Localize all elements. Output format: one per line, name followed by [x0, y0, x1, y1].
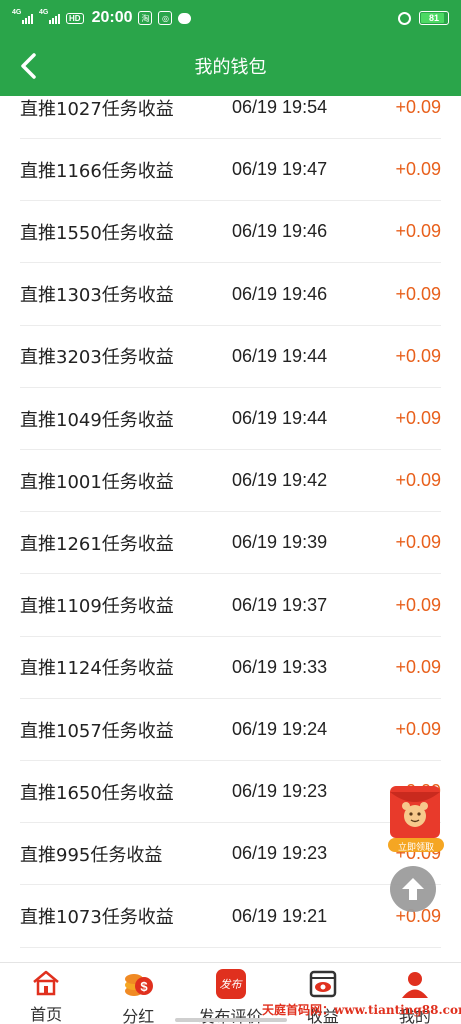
- record-title: 直推995任务收益: [20, 844, 163, 866]
- status-time: 20:00: [91, 9, 133, 26]
- red-packet-promo[interactable]: 立即领取: [386, 782, 446, 854]
- record-time: 06/19 19:23: [232, 843, 328, 864]
- record-title: 直推1027任务收益: [20, 98, 174, 120]
- record-amount: +0.09: [395, 345, 441, 366]
- record-amount: +0.09: [395, 719, 441, 739]
- record-title: 直推1073任务收益: [20, 907, 174, 929]
- record-amount: +0.09: [395, 594, 441, 615]
- record-amount: +0.09: [395, 97, 441, 117]
- app-notification-icon: ◎: [158, 11, 173, 25]
- record-time: 06/19 19:46: [232, 221, 328, 242]
- status-bar: 4G 4G HD 20:00 淘 ◎ 81: [0, 0, 461, 36]
- record-title: 直推1650任务收益: [20, 782, 174, 804]
- record-time: 06/19 19:24: [232, 719, 328, 739]
- record-title: 直推1001任务收益: [20, 471, 174, 493]
- record-amount: +0.09: [395, 470, 441, 491]
- earnings-icon: [306, 969, 340, 999]
- svg-text:$: $: [141, 979, 149, 994]
- record-row[interactable]: 直推3203任务收益 06/19 19:44 +0.09: [20, 326, 441, 388]
- record-amount: +0.09: [395, 159, 441, 180]
- record-time: 06/19 19:46: [232, 283, 328, 304]
- record-time: 06/19 19:47: [232, 159, 328, 180]
- record-row[interactable]: 直推1124任务收益 06/19 19:33 +0.09: [20, 637, 441, 699]
- record-title: 直推1550任务收益: [20, 222, 174, 244]
- record-amount: +0.09: [395, 408, 441, 428]
- record-row[interactable]: 直推1073任务收益 06/19 19:21 +0.09: [20, 886, 441, 948]
- tab-dividend[interactable]: $ 分红: [92, 963, 184, 1024]
- record-time: 06/19 19:42: [232, 470, 328, 491]
- tab-home[interactable]: 首页: [0, 963, 92, 1024]
- record-title: 直推1124任务收益: [20, 658, 174, 680]
- record-title: 直推1303任务收益: [20, 285, 174, 307]
- record-row[interactable]: 直推1261任务收益 06/19 19:39 +0.09: [20, 512, 441, 575]
- record-row[interactable]: 直推1550任务收益 06/19 19:46 +0.09: [20, 201, 441, 264]
- record-time: 06/19 19:23: [232, 781, 328, 802]
- record-row[interactable]: 直推1027任务收益 06/19 19:54 +0.09: [20, 96, 441, 139]
- record-time: 06/19 19:37: [232, 594, 328, 615]
- record-row[interactable]: 直推1057任务收益 06/19 19:24 +0.09: [20, 699, 441, 761]
- hd-badge: HD: [66, 12, 84, 24]
- record-row[interactable]: 直推1109任务收益 06/19 19:37 +0.09: [20, 575, 441, 637]
- record-amount: +0.09: [395, 532, 441, 553]
- home-icon: [29, 969, 63, 997]
- nav-bar: 我的钱包: [0, 36, 461, 96]
- record-title: 直推1261任务收益: [20, 533, 174, 555]
- record-row[interactable]: 直推1650任务收益06/19 19:23+0.09: [20, 761, 441, 824]
- record-row[interactable]: 直推1303任务收益 06/19 19:46 +0.09: [20, 264, 441, 326]
- record-amount: +0.09: [395, 221, 441, 242]
- back-arrow-icon[interactable]: [14, 50, 46, 82]
- record-title: 直推1049任务收益: [20, 409, 174, 431]
- record-row[interactable]: 直推1049任务收益 06/19 19:44 +0.09: [20, 388, 441, 450]
- signal-icon: 4G: [12, 9, 33, 24]
- page-title: 我的钱包: [194, 57, 267, 78]
- message-notification-icon: [178, 12, 192, 24]
- record-time: 06/19 19:21: [232, 905, 328, 926]
- signal-icon: 4G: [39, 9, 60, 24]
- record-time: 06/19 19:39: [232, 532, 328, 553]
- record-title: 直推1057任务收益: [20, 720, 174, 742]
- record-title: 直推1166任务收益: [20, 160, 174, 182]
- record-amount: +0.09: [395, 283, 441, 304]
- publish-icon: 发布: [214, 969, 248, 999]
- red-packet-label: 立即领取: [397, 843, 434, 853]
- scroll-to-top-button[interactable]: [390, 866, 436, 912]
- record-title: 直推1109任务收益: [20, 596, 174, 618]
- record-row[interactable]: 直推995任务收益 06/19 19:23 +0.09: [20, 823, 441, 886]
- arrow-up-icon: [402, 878, 424, 900]
- battery-icon: 81: [419, 11, 449, 25]
- record-time: 06/19 19:44: [232, 345, 328, 366]
- record-time: 06/19 19:33: [232, 656, 328, 677]
- record-row[interactable]: 直推1001任务收益 06/19 19:42 +0.09: [20, 450, 441, 513]
- user-icon: [398, 969, 432, 999]
- record-title: 直推3203任务收益: [20, 347, 174, 369]
- coins-icon: $: [121, 969, 155, 999]
- home-indicator: [175, 1018, 287, 1022]
- record-time: 06/19 19:44: [232, 408, 328, 428]
- watermark: 天庭首码网：www.tianting88.com: [262, 1003, 461, 1017]
- record-time: 06/19 19:54: [232, 97, 328, 117]
- record-row[interactable]: 直推1166任务收益 06/19 19:47 +0.09: [20, 139, 441, 202]
- record-amount: +0.09: [395, 656, 441, 677]
- taobao-notification-icon: 淘: [138, 11, 153, 25]
- alarm-icon: [398, 11, 411, 25]
